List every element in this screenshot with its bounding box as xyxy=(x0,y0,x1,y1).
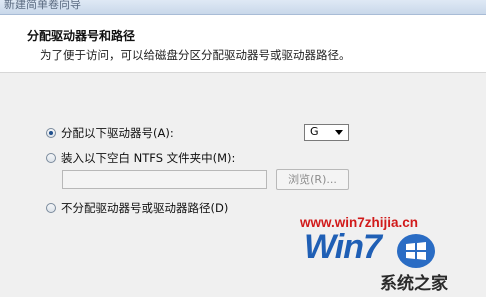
page-title: 分配驱动器号和路径 xyxy=(27,29,136,43)
site-watermark: www.win7zhijia.cn Win7 系统之家 xyxy=(286,215,486,297)
mount-folder-radio[interactable] xyxy=(46,153,56,163)
no-assign-radio[interactable] xyxy=(46,203,56,213)
window-title: 新建简单卷向导 xyxy=(4,0,81,11)
no-assign-label[interactable]: 不分配驱动器号或驱动器路径(D) xyxy=(61,200,228,216)
windows-logo-icon xyxy=(397,234,435,268)
page-subtitle: 为了便于访问，可以给磁盘分区分配驱动器号或驱动器路径。 xyxy=(40,48,351,62)
chevron-down-icon xyxy=(335,130,343,135)
watermark-site-name: 系统之家 xyxy=(380,274,448,294)
browse-button[interactable]: 浏览(R)... xyxy=(276,169,349,190)
wizard-body: 分配以下驱动器号(A): G 装入以下空白 NTFS 文件夹中(M): 浏览(R… xyxy=(0,73,486,297)
drive-letter-select[interactable]: G xyxy=(304,124,349,141)
mount-folder-label[interactable]: 装入以下空白 NTFS 文件夹中(M): xyxy=(61,150,235,166)
folder-path-input[interactable] xyxy=(62,170,267,189)
assign-letter-radio[interactable] xyxy=(46,128,56,138)
drive-letter-value: G xyxy=(310,125,319,138)
watermark-logo-text: Win7 xyxy=(304,228,382,266)
title-bar[interactable]: 新建简单卷向导 xyxy=(0,0,486,15)
assign-letter-label[interactable]: 分配以下驱动器号(A): xyxy=(61,125,174,141)
wizard-window: 新建简单卷向导 分配驱动器号和路径 为了便于访问，可以给磁盘分区分配驱动器号或驱… xyxy=(0,0,486,297)
wizard-header: 分配驱动器号和路径 为了便于访问，可以给磁盘分区分配驱动器号或驱动器路径。 xyxy=(0,15,486,73)
